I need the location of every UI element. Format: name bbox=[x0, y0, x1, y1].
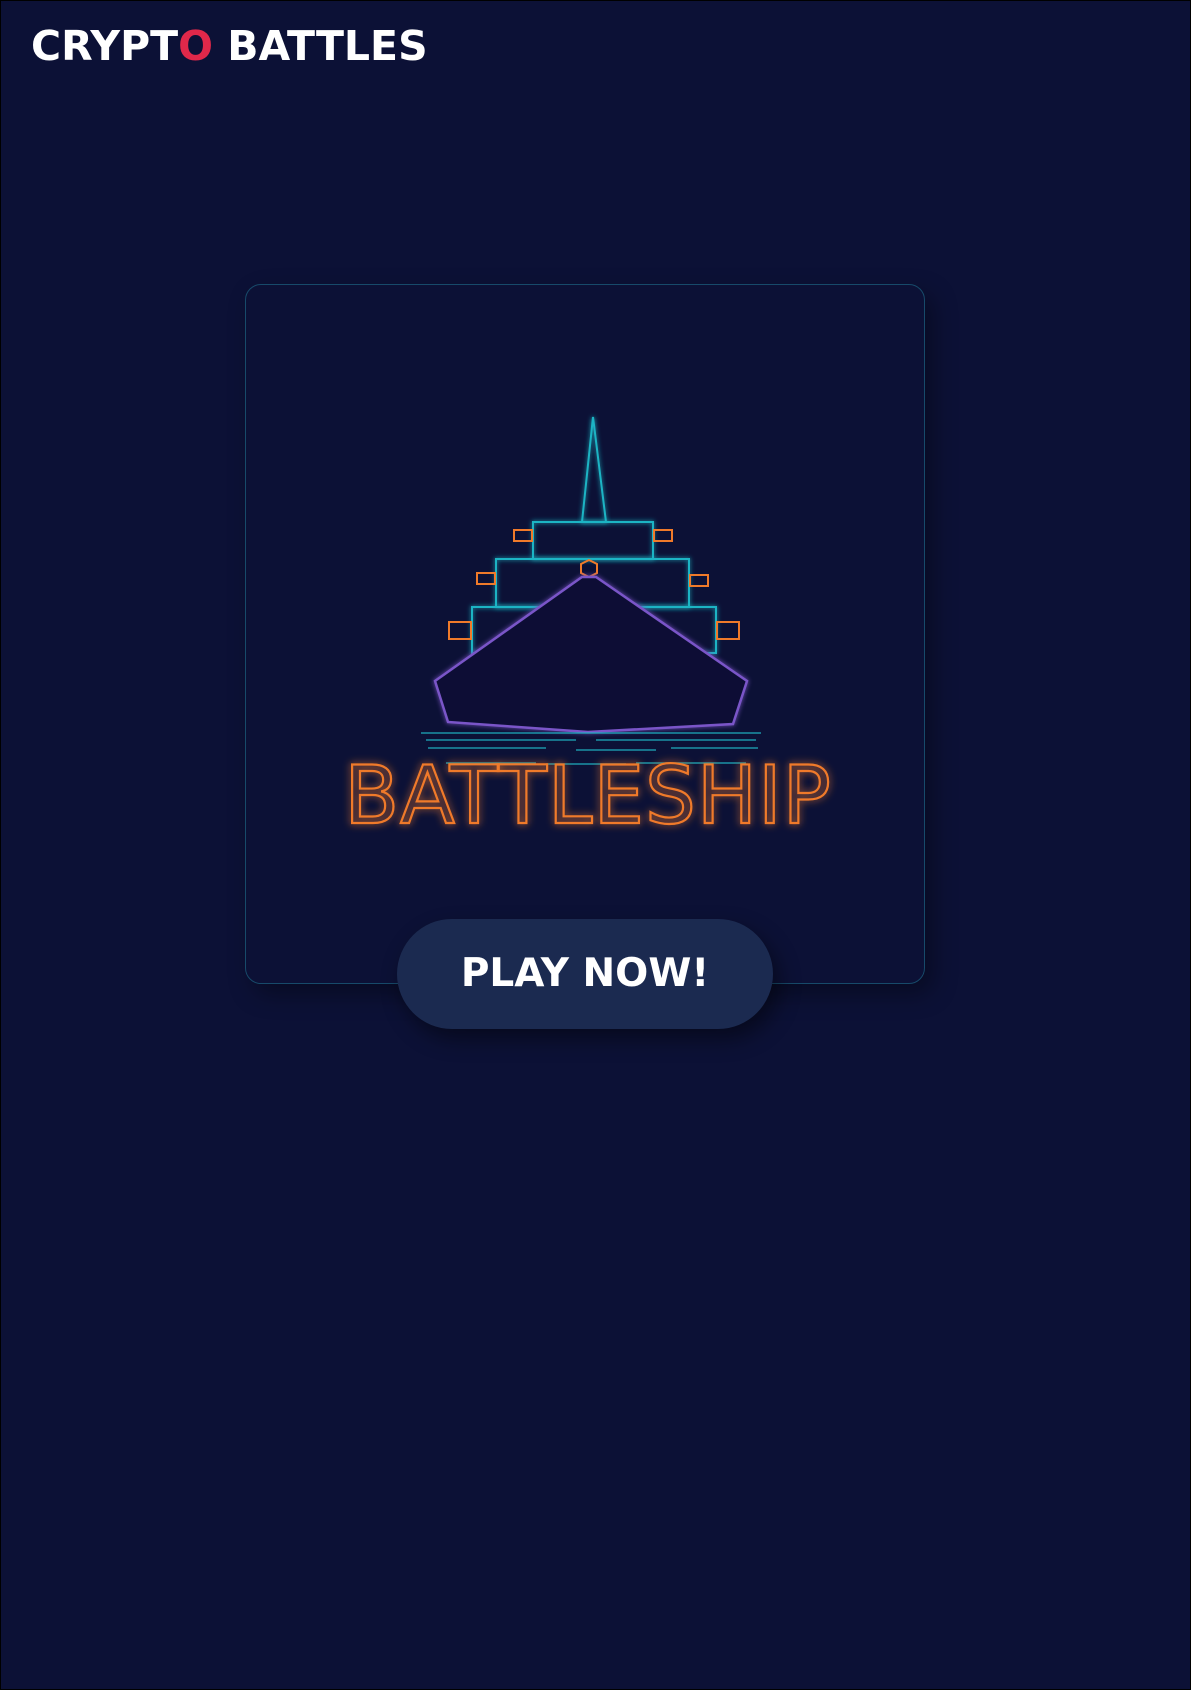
battleship-game-art: BATTLESHIP bbox=[343, 416, 832, 843]
site-logo[interactable]: CRYPTO BATTLES bbox=[31, 21, 428, 71]
logo-text-prefix: CRYPT bbox=[31, 22, 179, 70]
battleship-icon bbox=[421, 416, 761, 765]
play-now-button[interactable]: PLAY NOW! bbox=[397, 919, 773, 1029]
logo-text-accent: O bbox=[178, 22, 213, 70]
logo-text-suffix: BATTLES bbox=[212, 22, 428, 70]
site-header: CRYPTO BATTLES bbox=[31, 21, 428, 71]
game-title: BATTLESHIP bbox=[344, 749, 832, 842]
game-card[interactable]: BATTLESHIP bbox=[245, 284, 925, 984]
